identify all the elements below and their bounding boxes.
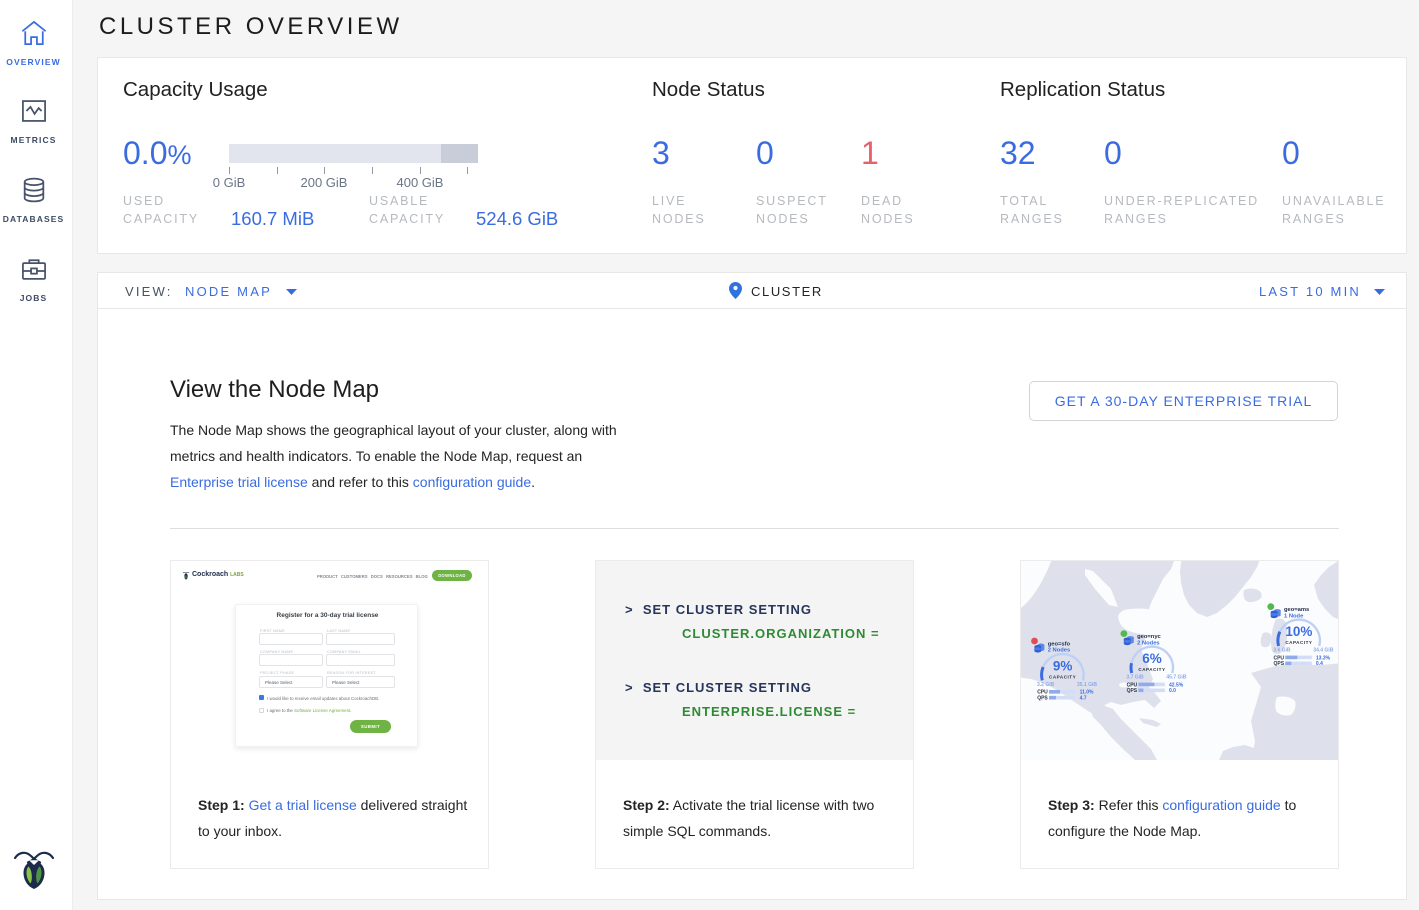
svg-text:3.6 GiB: 3.6 GiB [1273, 648, 1291, 654]
svg-text:QPS: QPS [1037, 696, 1048, 702]
svg-text:QPS: QPS [1127, 688, 1138, 694]
svg-text:3.2 GiB: 3.2 GiB [1037, 682, 1055, 688]
svg-text:3.7 GiB: 3.7 GiB [1126, 675, 1144, 681]
svg-text:6%: 6% [1142, 651, 1162, 666]
svg-text:2 Nodes: 2 Nodes [1137, 640, 1160, 646]
svg-text:geo=nyc: geo=nyc [1137, 634, 1161, 640]
svg-text:0.4: 0.4 [1316, 661, 1323, 667]
svg-text:2 Nodes: 2 Nodes [1048, 648, 1071, 654]
svg-text:9%: 9% [1053, 659, 1073, 674]
svg-text:geo=ams: geo=ams [1284, 607, 1309, 613]
svg-text:34.4 GiB: 34.4 GiB [1313, 648, 1333, 654]
svg-text:1 Node: 1 Node [1284, 613, 1304, 619]
svg-text:CAPACITY: CAPACITY [1049, 675, 1076, 680]
svg-text:10%: 10% [1285, 624, 1312, 639]
svg-text:35.1 GiB: 35.1 GiB [1077, 682, 1097, 688]
svg-text:4.7: 4.7 [1080, 696, 1087, 702]
svg-text:CAPACITY: CAPACITY [1138, 667, 1165, 672]
svg-text:45.7 GiB: 45.7 GiB [1166, 675, 1186, 681]
svg-text:geo=sfo: geo=sfo [1048, 641, 1071, 647]
svg-text:0.0: 0.0 [1169, 688, 1176, 694]
svg-text:CAPACITY: CAPACITY [1285, 640, 1312, 645]
svg-text:QPS: QPS [1274, 661, 1285, 667]
